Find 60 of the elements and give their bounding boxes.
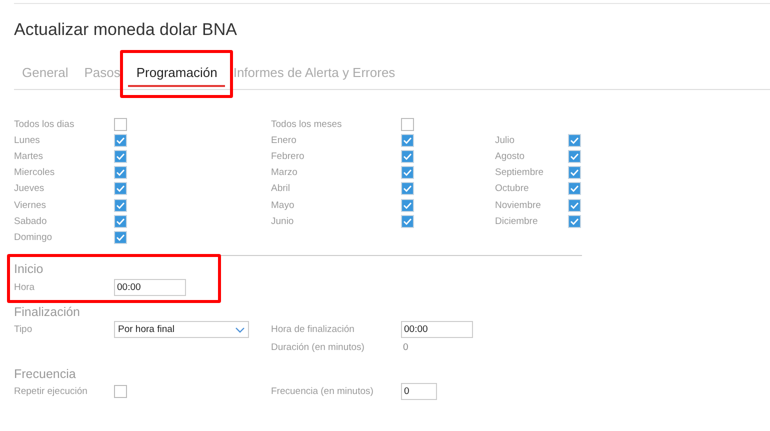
checkbox[interactable] (114, 198, 127, 212)
field-label: Hora de finalización (271, 324, 356, 335)
section-heading: Finalización (14, 304, 82, 320)
field-label: Duración (en minutos) (271, 342, 366, 353)
checkbox-label: Miercoles (14, 167, 56, 178)
checkbox[interactable] (401, 118, 414, 131)
field-label: Tipo (14, 324, 34, 335)
checkbox[interactable] (114, 385, 127, 398)
type-dropdown[interactable]: Por hora final (114, 321, 249, 338)
checkbox-label: Jueves (14, 183, 46, 194)
checkbox-label: Diciembre (495, 216, 539, 227)
checkbox-label: Sabado (14, 216, 48, 227)
checkbox[interactable] (401, 182, 414, 196)
checkbox[interactable] (401, 198, 414, 212)
checkbox[interactable] (401, 214, 414, 228)
checkbox-label: Septiembre (495, 167, 545, 178)
checkbox[interactable] (401, 166, 414, 180)
field-label: Repetir ejecución (14, 386, 88, 397)
checkbox[interactable] (114, 150, 127, 163)
tab[interactable]: Programación (128, 61, 226, 87)
checkbox-label: Febrero (271, 150, 306, 162)
chevron-down-icon (235, 326, 245, 332)
checkbox[interactable] (568, 150, 581, 163)
time-field[interactable]: 00:00 (114, 279, 186, 296)
checkbox[interactable] (568, 166, 581, 180)
page-title: Actualizar moneda dolar BNA (14, 19, 238, 41)
checkbox-label: Todos los dias (14, 118, 76, 130)
checkbox-label: Lunes (14, 134, 41, 146)
checkbox-label: Marzo (271, 167, 298, 178)
checkbox[interactable] (568, 198, 581, 212)
checkbox-label: Martes (14, 150, 44, 162)
checkbox-label: Noviembre (495, 200, 542, 211)
checkbox[interactable] (568, 214, 581, 228)
checkbox-label: Todos los meses (271, 118, 343, 130)
field-label: Frecuencia (en minutos) (271, 386, 374, 397)
checkbox-label: Junio (271, 216, 295, 227)
checkbox[interactable] (568, 182, 581, 196)
checkbox[interactable] (114, 118, 127, 131)
checkbox-label: Julio (495, 134, 516, 146)
checkbox[interactable] (401, 150, 414, 163)
frequency-field[interactable]: 0 (401, 383, 437, 400)
checkbox[interactable] (114, 230, 127, 244)
section-heading: Inicio (14, 262, 44, 276)
checkbox-label: Viernes (14, 200, 48, 211)
checkbox-label: Mayo (271, 200, 296, 211)
checkbox[interactable] (114, 134, 127, 147)
checkbox-label: Domingo (14, 232, 54, 243)
checkbox[interactable] (114, 166, 127, 180)
checkbox[interactable] (114, 214, 127, 228)
checkbox[interactable] (114, 182, 127, 196)
checkbox-label: Enero (271, 134, 298, 146)
time-field[interactable]: 00:00 (401, 321, 473, 338)
field-label: Hora (14, 282, 36, 293)
duration-value: 0 (402, 342, 410, 353)
checkbox[interactable] (568, 134, 581, 147)
checkbox[interactable] (401, 134, 414, 147)
section-heading: Frecuencia (14, 366, 77, 382)
checkbox-label: Agosto (495, 150, 526, 162)
checkbox-label: Octubre (495, 183, 530, 194)
checkbox-label: Abril (271, 183, 292, 194)
